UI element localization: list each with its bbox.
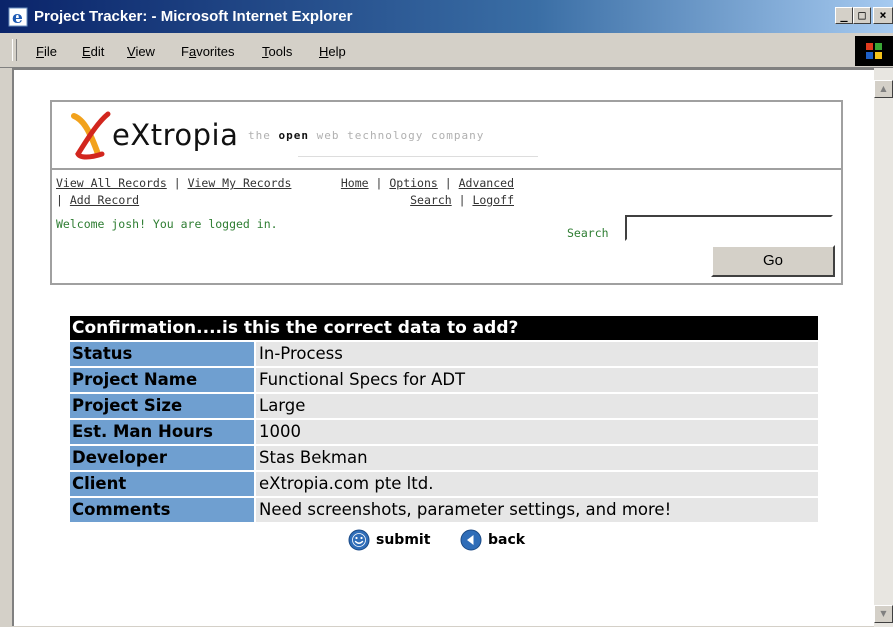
- extropia-x-logo-icon: [71, 111, 111, 160]
- field-label: Developer: [70, 446, 254, 470]
- field-value: eXtropia.com pte ltd.: [256, 472, 818, 496]
- toolbar-grip[interactable]: [12, 39, 17, 61]
- link-home[interactable]: Home: [341, 176, 369, 190]
- field-label: Status: [70, 342, 254, 366]
- field-value: 1000: [256, 420, 818, 444]
- submit-button[interactable]: submit: [348, 528, 430, 552]
- tagline: the open web technology company: [248, 129, 485, 142]
- windows-flag-icon: [866, 43, 882, 59]
- table-row: Comments Need screenshots, parameter set…: [70, 498, 818, 522]
- submit-label: submit: [376, 532, 431, 548]
- field-label: Project Size: [70, 394, 254, 418]
- table-row: Project Size Large: [70, 394, 818, 418]
- menu-file[interactable]: File: [36, 44, 57, 60]
- scroll-up-button[interactable]: ▲: [874, 80, 893, 98]
- windows-logo-throbber: [855, 36, 893, 66]
- nav-left-links: View All Records | View My Records | Add…: [56, 176, 292, 207]
- table-row: Project Name Functional Specs for ADT: [70, 368, 818, 392]
- table-row: Client eXtropia.com pte ltd.: [70, 472, 818, 496]
- smiley-icon: [348, 529, 370, 551]
- site-header: eXtropia the open web technology company…: [50, 100, 843, 285]
- link-view-my-records[interactable]: View My Records: [188, 176, 292, 190]
- search-input[interactable]: [625, 215, 833, 241]
- field-label: Client: [70, 472, 254, 496]
- internet-explorer-icon: e: [8, 7, 28, 27]
- menu-bar: File Edit View Favorites Tools Help: [0, 33, 893, 68]
- back-button[interactable]: back: [460, 528, 525, 552]
- go-button[interactable]: Go: [711, 245, 835, 277]
- table-row: Status In-Process: [70, 342, 818, 366]
- link-view-all-records[interactable]: View All Records: [56, 176, 167, 190]
- vertical-scrollbar[interactable]: ▲ ▼: [874, 68, 893, 627]
- svg-text:e: e: [12, 8, 23, 27]
- scroll-down-button[interactable]: ▼: [874, 605, 893, 623]
- welcome-message: Welcome josh! You are logged in.: [56, 217, 278, 231]
- menu-edit[interactable]: Edit: [82, 44, 104, 60]
- field-value: Need screenshots, parameter settings, an…: [256, 498, 818, 522]
- nav-right-links: Home | Options | Advanced Search | Logof…: [340, 176, 514, 207]
- logo-wordmark: eXtropia: [112, 118, 239, 152]
- window-title-bar[interactable]: e Project Tracker: - Microsoft Internet …: [0, 0, 893, 33]
- field-label: Project Name: [70, 368, 254, 392]
- menu-view[interactable]: View: [127, 44, 155, 60]
- link-logoff[interactable]: Logoff: [472, 193, 514, 207]
- menu-help[interactable]: Help: [319, 44, 346, 60]
- back-arrow-icon: [460, 529, 482, 551]
- link-add-record[interactable]: Add Record: [70, 193, 139, 207]
- back-label: back: [488, 532, 526, 548]
- field-value: In-Process: [256, 342, 818, 366]
- field-label: Est. Man Hours: [70, 420, 254, 444]
- field-value: Large: [256, 394, 818, 418]
- link-options[interactable]: Options: [389, 176, 437, 190]
- minimize-button[interactable]: _: [835, 7, 853, 24]
- field-label: Comments: [70, 498, 254, 522]
- menu-tools[interactable]: Tools: [262, 44, 292, 60]
- field-value: Stas Bekman: [256, 446, 818, 470]
- field-value: Functional Specs for ADT: [256, 368, 818, 392]
- logo-banner: eXtropia the open web technology company: [52, 102, 841, 170]
- confirmation-title: Confirmation....is this the correct data…: [70, 316, 818, 340]
- search-label: Search: [567, 226, 609, 240]
- maximize-button[interactable]: □: [853, 7, 871, 24]
- table-row: Est. Man Hours 1000: [70, 420, 818, 444]
- table-row: Developer Stas Bekman: [70, 446, 818, 470]
- menu-favorites[interactable]: Favorites: [181, 44, 234, 60]
- window-title: Project Tracker: - Microsoft Internet Ex…: [34, 8, 353, 25]
- tagline-divider: [298, 156, 538, 157]
- close-button[interactable]: ×: [873, 7, 893, 24]
- confirmation-table: Confirmation....is this the correct data…: [70, 316, 818, 524]
